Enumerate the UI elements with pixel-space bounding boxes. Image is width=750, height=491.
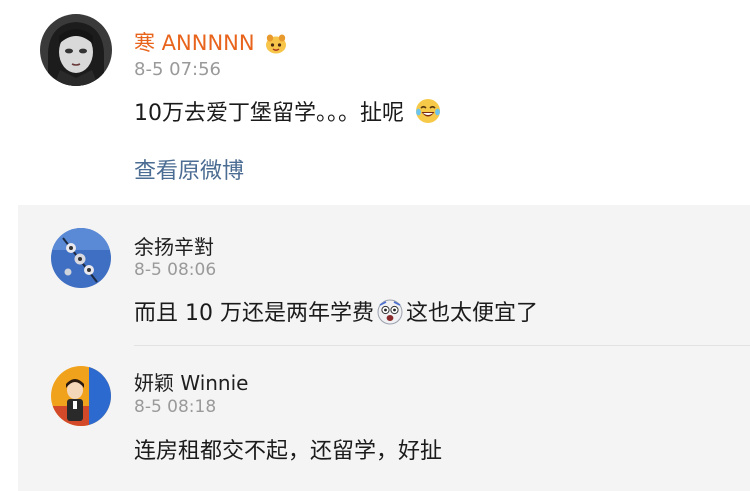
reply-text-part: 而且 10 万还是两年学费 (134, 301, 374, 326)
reply-text: 而且 10 万还是两年学费 这也太便宜了 (134, 295, 538, 331)
comment-text-body: 10万去爱丁堡留学。。。扯呢 (134, 101, 404, 126)
reply-time: 8-5 08:06 (134, 260, 217, 280)
username[interactable]: 余扬辛對 (134, 231, 214, 260)
reply-list: 余扬辛對 8-5 08:06 而且 10 万还是两年学费 这也太便宜了 妍颖 W… (18, 205, 750, 491)
user-avatar[interactable] (51, 366, 111, 426)
user-avatar[interactable] (40, 14, 112, 86)
username[interactable]: 妍颖 Winnie (134, 367, 248, 396)
view-original-weibo-link[interactable]: 查看原微博 (134, 153, 244, 185)
cute-face-badge-icon (265, 34, 287, 59)
comment-text: 10万去爱丁堡留学。。。扯呢 (134, 95, 441, 130)
username-text[interactable]: 寒 ANNNNN (134, 31, 255, 55)
comment-time: 8-5 07:56 (134, 59, 221, 80)
reply-time: 8-5 08:18 (134, 397, 217, 417)
laughing-tears-emoji-icon (415, 98, 441, 130)
main-comment: 寒 ANNNNN 8-5 07:56 10万去爱丁堡留学。。。扯呢 查看原微博 (0, 0, 750, 205)
user-avatar[interactable] (51, 228, 111, 288)
reply-text: 连房租都交不起，还留学，好扯 (134, 439, 443, 464)
reply-text-part: 这也太便宜了 (405, 301, 538, 326)
reply-item: 余扬辛對 8-5 08:06 而且 10 万还是两年学费 这也太便宜了 (18, 205, 750, 345)
username[interactable]: 寒 ANNNNN (134, 27, 287, 59)
reply-item: 妍颖 Winnie 8-5 08:18 连房租都交不起，还留学，好扯 (18, 345, 750, 485)
shocked-face-emoji-icon (377, 299, 403, 331)
